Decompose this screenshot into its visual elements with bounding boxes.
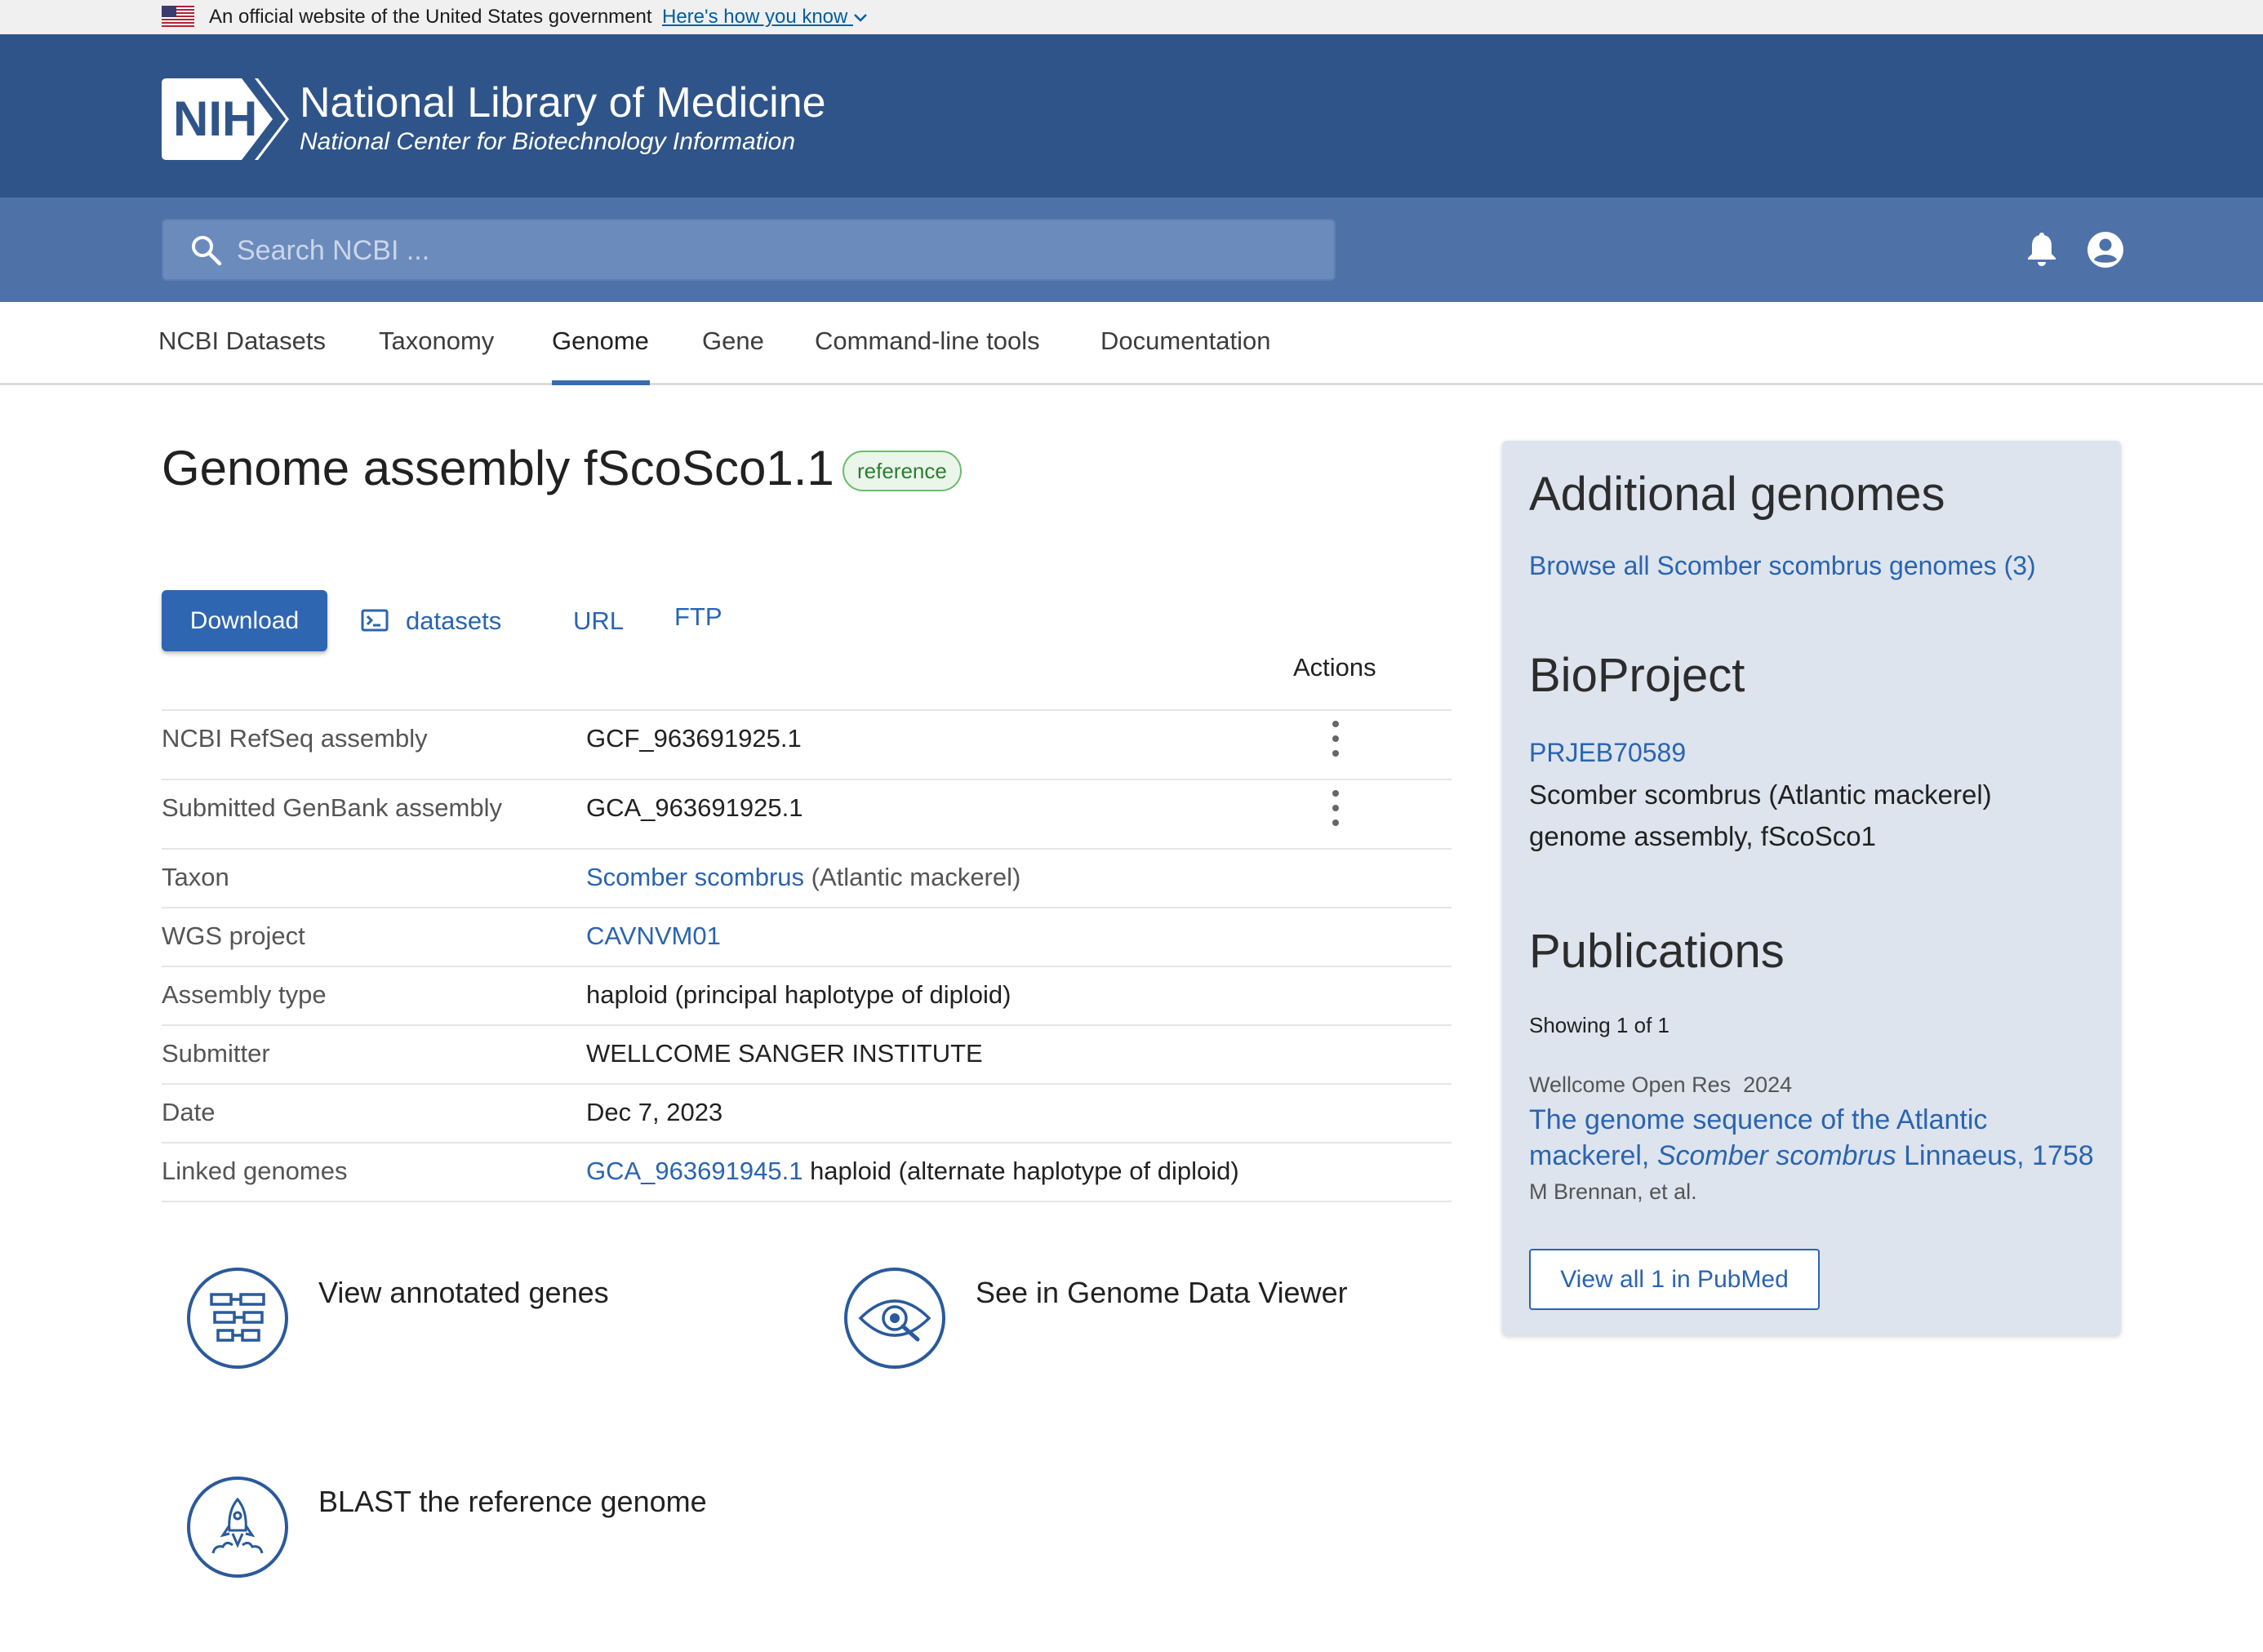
- additional-genomes-heading: Additional genomes: [1529, 468, 1945, 521]
- genbank-label: Submitted GenBank assembly: [162, 793, 502, 822]
- refseq-label: NCBI RefSeq assembly: [162, 724, 428, 753]
- wgs-label: WGS project: [162, 921, 305, 950]
- row-divider: [162, 1201, 1452, 1202]
- date-label: Date: [162, 1098, 216, 1126]
- publication-title-link[interactable]: The genome sequence of the Atlantic mack…: [1529, 1102, 2101, 1174]
- page-title: Genome assembly fScoSco1.1: [162, 441, 834, 495]
- publication-title-species: Scomber scombrus: [1656, 1140, 1896, 1171]
- publication-authors: M Brennan, et al.: [1529, 1179, 1697, 1204]
- row-divider: [162, 848, 1452, 850]
- publication-journal-year: Wellcome Open Res 2024: [1529, 1072, 1793, 1097]
- linked-genomes-label: Linked genomes: [162, 1157, 348, 1185]
- view-in-pubmed-button[interactable]: View all 1 in PubMed: [1529, 1249, 1820, 1310]
- browse-genomes-link[interactable]: Browse all Scomber scombrus genomes (3): [1529, 549, 2036, 582]
- bioproject-heading: BioProject: [1529, 649, 1745, 702]
- bioproject-description-line-1: Scomber scombrus (Atlantic mackerel): [1529, 779, 1992, 810]
- publication-title-line-1: The genome sequence of the Atlantic: [1529, 1104, 1988, 1135]
- assembly-type-value: haploid (principal haplotype of diploid): [586, 980, 1011, 1009]
- linked-genome-link[interactable]: GCA_963691945.1: [586, 1157, 802, 1185]
- row-divider: [162, 1142, 1452, 1144]
- tab-taxonomy[interactable]: Taxonomy: [379, 323, 494, 359]
- refseq-value: GCF_963691925.1: [586, 724, 802, 753]
- publication-title-part: mackerel,: [1529, 1140, 1657, 1171]
- tab-genome[interactable]: Genome: [552, 323, 649, 359]
- search-input[interactable]: [235, 230, 1316, 271]
- submitter-label: Submitter: [162, 1039, 270, 1068]
- datasets-cli-link[interactable]: datasets: [406, 605, 501, 637]
- bioproject-description-line-2: genome assembly, fScoSco1: [1529, 821, 1876, 851]
- gov-banner-text: An official website of the United States…: [209, 6, 652, 28]
- view-annotated-genes-link[interactable]: View annotated genes: [318, 1275, 609, 1311]
- library-title[interactable]: National Library of Medicine: [300, 78, 826, 127]
- row-divider: [162, 1083, 1452, 1085]
- linked-genomes-value: GCA_963691945.1 haploid (alternate haplo…: [586, 1155, 1239, 1188]
- actions-column-header: Actions: [1293, 653, 1376, 682]
- eye-icon[interactable]: [844, 1268, 945, 1369]
- library-subtitle: National Center for Biotechnology Inform…: [300, 128, 796, 155]
- ftp-link[interactable]: FTP: [674, 601, 722, 633]
- rocket-icon[interactable]: [187, 1477, 288, 1578]
- tab-command-line-tools[interactable]: Command-line tools: [815, 323, 1040, 359]
- nih-logo-text: NIH: [173, 91, 258, 146]
- submitter-value: WELLCOME SANGER INSTITUTE: [586, 1039, 983, 1068]
- url-link[interactable]: URL: [573, 605, 624, 637]
- row-divider: [162, 907, 1452, 908]
- search-icon: [192, 236, 222, 266]
- date-value: Dec 7, 2023: [586, 1098, 723, 1126]
- bell-icon[interactable]: [2026, 231, 2057, 267]
- heres-how-you-know-label: Here's how you know: [662, 6, 848, 28]
- tab-documentation[interactable]: Documentation: [1100, 323, 1271, 359]
- reference-badge: reference: [843, 451, 962, 491]
- bioproject-link[interactable]: PRJEB70589: [1529, 736, 1686, 769]
- genbank-actions-menu-icon[interactable]: [1326, 790, 1345, 826]
- row-divider: [162, 1024, 1452, 1026]
- linked-genome-description: haploid (alternate haplotype of diploid): [810, 1157, 1239, 1185]
- heres-how-you-know-link[interactable]: Here's how you know: [662, 6, 868, 29]
- blast-reference-genome-link[interactable]: BLAST the reference genome: [318, 1484, 707, 1520]
- genome-data-viewer-link[interactable]: See in Genome Data Viewer: [976, 1275, 1348, 1311]
- publications-count: Showing 1 of 1: [1529, 1013, 1670, 1037]
- taxon-link[interactable]: Scomber scombrus: [586, 863, 804, 891]
- account-circle-icon[interactable]: [2087, 231, 2124, 269]
- terminal-icon: [361, 609, 389, 632]
- gene-blocks-icon[interactable]: [187, 1268, 288, 1369]
- taxon-common-name: (Atlantic mackerel): [811, 863, 1021, 891]
- row-divider: [162, 709, 1452, 711]
- refseq-actions-menu-icon[interactable]: [1326, 721, 1345, 757]
- us-flag-icon: [162, 6, 194, 27]
- tab-gene[interactable]: Gene: [702, 323, 764, 359]
- tab-ncbi-datasets[interactable]: NCBI Datasets: [158, 323, 326, 359]
- taxon-value: Scomber scombrus (Atlantic mackerel): [586, 861, 1020, 894]
- wgs-project-link[interactable]: CAVNVM01: [586, 921, 721, 950]
- taxon-label: Taxon: [162, 863, 229, 891]
- gov-banner: An official website of the United States…: [0, 0, 2263, 34]
- genbank-value: GCA_963691925.1: [586, 793, 803, 822]
- publication-title-part: Linnaeus, 1758: [1896, 1140, 2094, 1171]
- chevron-down-icon: [854, 14, 867, 22]
- active-tab-indicator: [552, 380, 650, 385]
- publications-heading: Publications: [1529, 925, 1785, 978]
- assembly-type-label: Assembly type: [162, 980, 327, 1009]
- wgs-value: CAVNVM01: [586, 920, 721, 953]
- download-button[interactable]: Download: [162, 590, 327, 651]
- row-divider: [162, 779, 1452, 780]
- nih-logo[interactable]: NIH: [162, 78, 289, 164]
- row-divider: [162, 966, 1452, 967]
